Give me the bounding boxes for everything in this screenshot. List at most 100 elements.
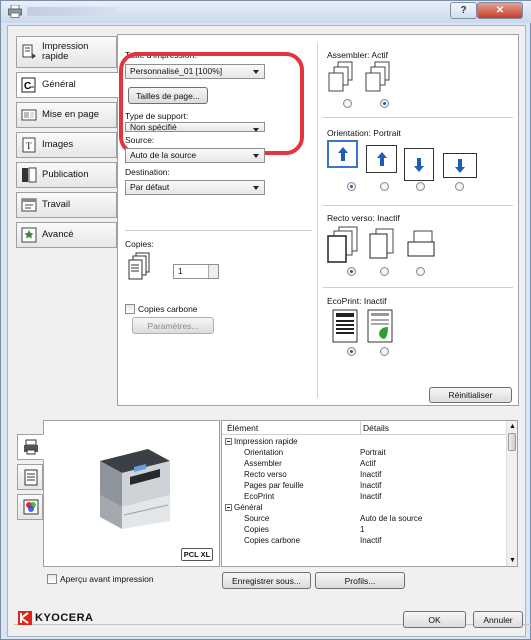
source-dropdown[interactable]: Auto de la source bbox=[125, 148, 265, 163]
table-row[interactable]: Orientation Portrait bbox=[222, 448, 507, 459]
orientation-landscape-rotated[interactable] bbox=[443, 153, 477, 178]
grid-group-row[interactable]: Général bbox=[222, 503, 507, 514]
ok-button[interactable]: OK bbox=[403, 611, 466, 628]
tab-label: Avancé bbox=[42, 229, 74, 240]
reset-button[interactable]: Réinitialiser bbox=[429, 387, 512, 403]
duplex-radio-long[interactable] bbox=[380, 267, 389, 276]
tab-job[interactable]: Travail bbox=[16, 192, 117, 218]
grid-scrollbar[interactable]: ▲ ▼ bbox=[506, 421, 517, 566]
row-element: Source bbox=[244, 514, 270, 523]
row-element: Copies carbone bbox=[244, 536, 301, 545]
scrollbar-thumb[interactable] bbox=[508, 433, 516, 451]
collate-on-radio[interactable] bbox=[380, 99, 389, 108]
arrow-down-icon bbox=[414, 157, 424, 172]
collapse-icon[interactable] bbox=[225, 504, 232, 511]
table-row[interactable]: Assembler Actif bbox=[222, 459, 507, 470]
table-row[interactable]: Source Auto de la source bbox=[222, 514, 507, 525]
collated-icon[interactable] bbox=[365, 61, 395, 93]
table-row[interactable]: Pages par feuille Inactif bbox=[222, 481, 507, 492]
print-preview-checkbox[interactable] bbox=[47, 574, 57, 584]
table-row[interactable]: Copies carbone Inactif bbox=[222, 536, 507, 547]
separator bbox=[323, 117, 513, 118]
tab-label: Impression rapide bbox=[42, 41, 89, 62]
ecoprint-radio-on[interactable] bbox=[380, 347, 389, 356]
copies-value: 1 bbox=[178, 266, 183, 276]
column-header-details: Détails bbox=[363, 423, 389, 433]
carbon-copies-label: Copies carbone bbox=[138, 304, 198, 314]
duplex-radio-off[interactable] bbox=[347, 267, 356, 276]
tab-label: Publication bbox=[42, 169, 89, 180]
tab-advanced[interactable]: Avancé bbox=[16, 222, 117, 248]
carbon-copies-checkbox[interactable] bbox=[125, 304, 135, 314]
window-title-blurred bbox=[27, 7, 117, 16]
arrow-down-icon bbox=[455, 158, 465, 173]
tab-publication[interactable]: Publication bbox=[16, 162, 117, 188]
tab-layout[interactable]: Mise en page bbox=[16, 102, 117, 128]
row-element: Copies bbox=[244, 525, 269, 534]
orientation-landscape[interactable] bbox=[404, 148, 434, 181]
column-divider bbox=[317, 43, 318, 398]
copies-spinner[interactable]: 1 bbox=[173, 264, 219, 279]
copies-label: Copies: bbox=[125, 239, 154, 249]
row-details: Inactif bbox=[360, 492, 382, 501]
title-bar: ? ✕ bbox=[1, 1, 531, 23]
tab-quick-print[interactable]: Impression rapide bbox=[16, 36, 117, 68]
ecoprint-radio-off[interactable] bbox=[347, 347, 356, 356]
row-details: Inactif bbox=[360, 481, 382, 490]
row-element: EcoPrint bbox=[244, 492, 275, 501]
grid-header: Élément Détails bbox=[222, 421, 507, 435]
grid-group-row[interactable]: Impression rapide bbox=[222, 437, 507, 448]
tab-general[interactable]: C Général bbox=[16, 72, 119, 98]
duplex-radio-short[interactable] bbox=[416, 267, 425, 276]
tab-color-preview[interactable] bbox=[17, 494, 43, 520]
tab-label: Images bbox=[42, 139, 74, 150]
printer-device-image bbox=[100, 449, 170, 529]
orientation-radio-2[interactable] bbox=[380, 182, 389, 191]
table-row[interactable]: Recto verso Inactif bbox=[222, 470, 507, 481]
profiles-button[interactable]: Profils... bbox=[315, 572, 405, 589]
printer-icon bbox=[24, 439, 38, 455]
general-icon: C bbox=[21, 77, 36, 93]
tab-images[interactable]: T Images bbox=[16, 132, 117, 158]
row-details: Inactif bbox=[360, 536, 382, 545]
brand-name: KYOCERA bbox=[35, 612, 94, 624]
cancel-button[interactable]: Annuler bbox=[473, 611, 523, 628]
row-element: Orientation bbox=[244, 448, 284, 457]
help-button[interactable]: ? bbox=[450, 2, 477, 19]
destination-dropdown[interactable]: Par défaut bbox=[125, 180, 265, 195]
tab-page-preview[interactable] bbox=[17, 464, 43, 490]
print-preview-label: Aperçu avant impression bbox=[60, 574, 154, 584]
pcl-xl-badge: PCL XL bbox=[181, 548, 213, 561]
collate-label: Assembler: Actif bbox=[327, 50, 388, 60]
kyocera-logo-icon bbox=[18, 611, 32, 625]
scroll-down-icon[interactable]: ▼ bbox=[509, 557, 516, 564]
uncollated-icon[interactable] bbox=[328, 61, 358, 93]
orientation-radio-3[interactable] bbox=[416, 182, 425, 191]
duplex-off-icon[interactable] bbox=[327, 226, 361, 264]
duplex-long-edge-icon[interactable] bbox=[366, 228, 396, 264]
separator bbox=[323, 287, 513, 288]
layout-icon bbox=[21, 109, 37, 121]
parameters-button[interactable]: Paramètres... bbox=[132, 317, 214, 334]
ecoprint-on-icon[interactable] bbox=[367, 309, 393, 343]
orientation-portrait[interactable] bbox=[327, 140, 358, 168]
duplex-short-edge-icon[interactable] bbox=[404, 230, 438, 260]
orientation-radio-4[interactable] bbox=[455, 182, 464, 191]
save-as-button[interactable]: Enregistrer sous... bbox=[222, 572, 311, 589]
collapse-icon[interactable] bbox=[225, 438, 232, 445]
tab-device-preview[interactable] bbox=[17, 434, 44, 460]
spinner-arrows-icon[interactable] bbox=[208, 265, 218, 278]
close-button[interactable]: ✕ bbox=[477, 2, 523, 19]
svg-text:T: T bbox=[26, 141, 32, 151]
ecoprint-off-icon[interactable] bbox=[332, 309, 358, 343]
table-row[interactable]: EcoPrint Inactif bbox=[222, 492, 507, 503]
advanced-icon bbox=[21, 227, 37, 243]
scroll-up-icon[interactable]: ▲ bbox=[509, 423, 516, 430]
separator bbox=[125, 230, 312, 231]
table-row[interactable]: Copies 1 bbox=[222, 525, 507, 536]
column-header-element: Élément bbox=[227, 423, 259, 433]
orientation-radio-1[interactable] bbox=[347, 182, 356, 191]
orientation-portrait-rotated[interactable] bbox=[366, 145, 397, 173]
collate-off-radio[interactable] bbox=[343, 99, 352, 108]
arrow-up-icon bbox=[376, 152, 387, 166]
